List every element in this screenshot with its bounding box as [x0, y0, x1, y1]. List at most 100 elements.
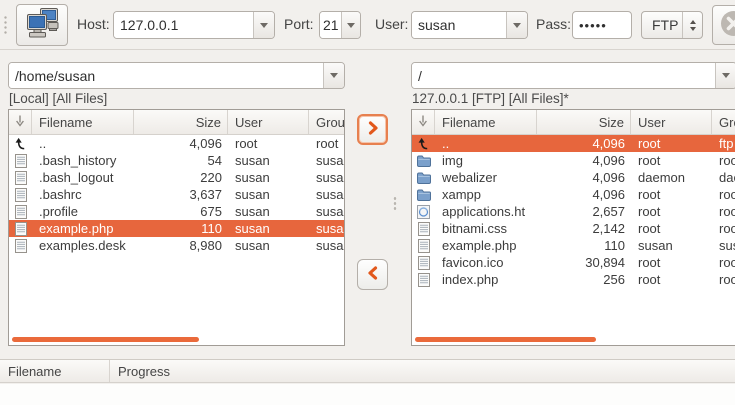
port-input[interactable] [320, 12, 341, 38]
file-size: 110 [537, 237, 631, 254]
pane-splitter-handle[interactable] [393, 196, 397, 210]
file-user: susan [228, 220, 309, 237]
file-row[interactable]: .bash_logout220susansusan [9, 169, 344, 186]
file-group: root [712, 186, 735, 203]
file-name: .. [435, 135, 537, 152]
file-row[interactable]: xampp4,096rootroot [412, 186, 735, 203]
file-user: root [631, 186, 712, 203]
file-row[interactable]: index.php256rootroot [412, 271, 735, 288]
file-name: .profile [32, 203, 134, 220]
file-row[interactable]: examples.desk8,980susansusan [9, 237, 344, 254]
chevron-down-icon [513, 23, 521, 28]
remote-file-list-body: ..4,096rootftpimg4,096rootrootwebalizer4… [412, 135, 735, 288]
file-size: 4,096 [537, 169, 631, 186]
file-size: 110 [134, 220, 228, 237]
port-combo [319, 11, 361, 39]
file-row[interactable]: example.php110susansusan [412, 237, 735, 254]
remote-path-input[interactable] [412, 63, 715, 88]
protocol-spinner[interactable] [682, 12, 702, 38]
protocol-selector[interactable]: FTP [641, 11, 703, 39]
user-input[interactable] [412, 12, 506, 38]
file-row[interactable]: example.php110susansusan [9, 220, 344, 237]
transfer-progress-column-header[interactable]: Progress [110, 360, 735, 382]
user-combo [411, 11, 528, 39]
file-user: root [631, 203, 712, 220]
file-group: susan [309, 237, 344, 254]
file-user: daemon [631, 169, 712, 186]
transfer-to-local-button[interactable] [357, 259, 388, 290]
local-path-dropdown-button[interactable] [323, 63, 344, 88]
file-user: susan [631, 237, 712, 254]
size-column-header[interactable]: Size [134, 110, 228, 134]
sort-column-header[interactable] [9, 110, 32, 134]
file-name: favicon.ico [435, 254, 537, 271]
file-row[interactable]: applications.ht2,657rootroot [412, 203, 735, 220]
file-group: susan [309, 203, 344, 220]
file-size: 4,096 [537, 152, 631, 169]
protocol-value: FTP [642, 12, 682, 38]
password-input[interactable] [572, 11, 632, 39]
file-size: 2,657 [537, 203, 631, 220]
file-size: 4,096 [537, 135, 631, 152]
file-row[interactable]: bitnami.css2,142rootroot [412, 220, 735, 237]
file-row[interactable]: .bashrc3,637susansusan [9, 186, 344, 203]
file-user: root [228, 135, 309, 152]
folder-icon [412, 186, 435, 203]
size-column-header[interactable]: Size [537, 110, 631, 134]
file-name: webalizer [435, 169, 537, 186]
file-user: susan [228, 237, 309, 254]
user-dropdown-button[interactable] [506, 12, 527, 38]
host-dropdown-button[interactable] [253, 12, 274, 38]
file-name: index.php [435, 271, 537, 288]
file-icon [412, 271, 435, 288]
file-row[interactable]: ..4,096rootftp [412, 135, 735, 152]
file-icon [9, 169, 32, 186]
remote-horizontal-scrollbar[interactable] [415, 337, 596, 342]
file-size: 8,980 [134, 237, 228, 254]
sort-down-arrow-icon [417, 114, 429, 131]
file-row[interactable]: favicon.ico30,894rootroot [412, 254, 735, 271]
file-icon [9, 186, 32, 203]
file-name: bitnami.css [435, 220, 537, 237]
file-name: img [435, 152, 537, 169]
chevron-down-icon [347, 23, 355, 28]
file-row[interactable]: .profile675susansusan [9, 203, 344, 220]
file-size: 3,637 [134, 186, 228, 203]
file-row[interactable]: ..4,096rootroot [9, 135, 344, 152]
file-row[interactable]: img4,096rootroot [412, 152, 735, 169]
local-horizontal-scrollbar[interactable] [12, 337, 199, 342]
file-group: root [712, 220, 735, 237]
connection-toolbar: Host: Port: User: Pass: FTP [0, 0, 735, 50]
folder-icon [412, 152, 435, 169]
file-name: .bash_logout [32, 169, 134, 186]
file-name: .. [32, 135, 134, 152]
remote-path-dropdown-button[interactable] [715, 63, 735, 88]
file-name: example.php [435, 237, 537, 254]
local-file-list: Filename Size User Group ..4,096rootroot… [8, 109, 345, 346]
user-column-header[interactable]: User [631, 110, 712, 134]
connect-button[interactable] [16, 4, 68, 46]
remote-path-combo [411, 62, 735, 89]
port-dropdown-button[interactable] [341, 12, 360, 38]
transfer-filename-column-header[interactable]: Filename [0, 360, 110, 382]
file-name: xampp [435, 186, 537, 203]
file-group: susan [309, 152, 344, 169]
file-row[interactable]: webalizer4,096daemondaemon [412, 169, 735, 186]
stop-x-icon [720, 10, 735, 40]
file-name: .bashrc [32, 186, 134, 203]
group-column-header[interactable]: Group [712, 110, 735, 134]
host-input[interactable] [114, 12, 253, 38]
group-column-header[interactable]: Group [309, 110, 344, 134]
filename-column-header[interactable]: Filename [435, 110, 537, 134]
local-path-input[interactable] [9, 63, 323, 88]
filename-column-header[interactable]: Filename [32, 110, 134, 134]
user-column-header[interactable]: User [228, 110, 309, 134]
transfer-to-remote-button[interactable] [357, 114, 388, 145]
sort-column-header[interactable] [412, 110, 435, 134]
chevron-down-icon [330, 73, 338, 78]
toolbar-drag-handle[interactable] [3, 15, 8, 35]
stop-button[interactable] [712, 5, 735, 45]
remote-file-list: Filename Size User Group ..4,096rootftpi… [411, 109, 735, 346]
file-row[interactable]: .bash_history54susansusan [9, 152, 344, 169]
file-size: 54 [134, 152, 228, 169]
